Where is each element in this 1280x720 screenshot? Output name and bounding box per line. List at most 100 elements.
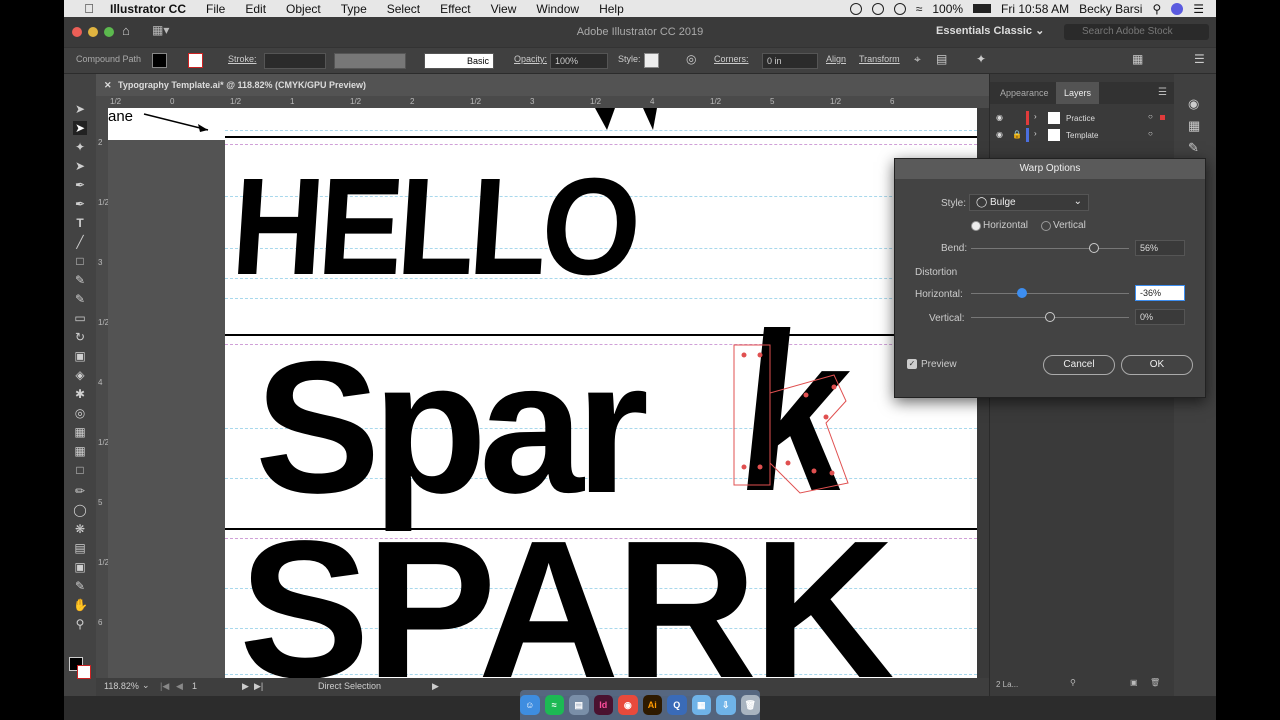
shape-builder-tool-icon[interactable]: ◎ bbox=[73, 406, 87, 420]
rotate-tool-icon[interactable]: ↻ bbox=[73, 330, 87, 344]
panel-menu-icon[interactable]: ☰ bbox=[1194, 52, 1205, 66]
menu-file[interactable]: File bbox=[196, 2, 235, 16]
menu-edit[interactable]: Edit bbox=[235, 2, 276, 16]
ruler-top[interactable]: 1/2 0 1/2 1 1/2 2 1/2 3 1/2 4 1/2 5 1/2 6 bbox=[96, 96, 1021, 108]
locate-object-icon[interactable]: ⚲ bbox=[1070, 678, 1076, 687]
shaper-tool-icon[interactable]: ✎ bbox=[73, 292, 87, 306]
cancel-button[interactable]: Cancel bbox=[1043, 355, 1115, 375]
status-menu-icon[interactable]: ▶ bbox=[432, 681, 439, 692]
radio-horizontal[interactable] bbox=[971, 221, 981, 231]
magic-wand-tool-icon[interactable]: ✦ bbox=[73, 140, 87, 154]
zoom-tool-icon[interactable]: ⚲ bbox=[73, 617, 87, 631]
previous-artboard-icon[interactable]: ◀ bbox=[176, 681, 183, 692]
column-graph-tool-icon[interactable]: ▤ bbox=[73, 541, 87, 555]
last-artboard-icon[interactable]: ▶| bbox=[254, 681, 263, 692]
menu-window[interactable]: Window bbox=[526, 2, 589, 16]
app-menu[interactable]: Illustrator CC bbox=[100, 2, 196, 16]
arrange-icon[interactable]: ▦ bbox=[1132, 52, 1143, 66]
next-artboard-icon[interactable]: ▶ bbox=[242, 681, 249, 692]
menu-help[interactable]: Help bbox=[589, 2, 634, 16]
curvature-tool-icon[interactable]: ✒ bbox=[73, 197, 87, 211]
vertical-label[interactable]: Vertical bbox=[1053, 220, 1086, 231]
clock[interactable]: Fri 10:58 AM bbox=[1001, 2, 1069, 16]
ok-button[interactable]: OK bbox=[1121, 355, 1193, 375]
zoom-dropdown-icon[interactable]: ⌄ bbox=[142, 680, 150, 691]
layer-row-practice[interactable]: ◉ › Practice ○ bbox=[990, 110, 1175, 127]
target-icon[interactable]: ○ bbox=[1148, 129, 1153, 138]
zoom-level-field[interactable]: 118.82% bbox=[104, 681, 139, 691]
preview-app-icon[interactable]: ▤ bbox=[569, 695, 589, 715]
transform-button[interactable]: Transform bbox=[859, 54, 900, 64]
blend-tool-icon[interactable]: ◯ bbox=[73, 503, 87, 517]
stroke-color-icon[interactable] bbox=[77, 665, 91, 679]
pen-tool-icon[interactable]: ✒ bbox=[73, 178, 87, 192]
rectangle-tool-icon[interactable]: □ bbox=[73, 254, 87, 268]
quicktime-icon[interactable]: Q bbox=[667, 695, 687, 715]
recolor-icon[interactable]: ◎ bbox=[686, 52, 696, 66]
notification-center-icon[interactable]: ☰ bbox=[1193, 2, 1204, 16]
gradient-tool-icon[interactable]: □ bbox=[73, 463, 87, 477]
brush-definition[interactable]: Basic bbox=[424, 53, 494, 69]
symbol-sprayer-tool-icon[interactable]: ❋ bbox=[73, 522, 87, 536]
brushes-panel-icon[interactable]: ✎ bbox=[1188, 140, 1199, 156]
bluetooth-icon[interactable] bbox=[893, 2, 906, 15]
corners-field[interactable]: 0 in bbox=[762, 53, 818, 69]
preview-label[interactable]: Preview bbox=[921, 359, 957, 370]
new-layer-icon[interactable]: ▣ bbox=[1130, 678, 1138, 687]
delete-icon[interactable]: 🗑 bbox=[1150, 678, 1160, 687]
bend-slider-knob[interactable] bbox=[1089, 243, 1100, 253]
siri-icon[interactable] bbox=[1171, 2, 1184, 15]
slice-tool-icon[interactable]: ✎ bbox=[73, 579, 87, 593]
align-options-icon[interactable]: ▤ bbox=[936, 52, 947, 66]
close-document-icon[interactable]: ✕ bbox=[104, 80, 112, 91]
panel-options-icon[interactable]: ☰ bbox=[1158, 87, 1167, 98]
lock-icon[interactable]: 🔒 bbox=[1012, 130, 1022, 139]
chrome-icon[interactable]: ◉ bbox=[618, 695, 638, 715]
expand-icon[interactable]: › bbox=[1034, 129, 1037, 138]
menu-effect[interactable]: Effect bbox=[430, 2, 480, 16]
layer-row-template[interactable]: ◉ 🔒 › Template ○ bbox=[990, 127, 1175, 144]
artboard[interactable]: HELLO Spar k SPARK bbox=[225, 108, 977, 678]
stroke-label[interactable]: Stroke: bbox=[228, 54, 257, 64]
preview-checkbox[interactable]: ✓ bbox=[907, 359, 917, 369]
distortion-vertical-knob[interactable] bbox=[1045, 312, 1055, 322]
selection-indicator[interactable] bbox=[1160, 115, 1165, 120]
direct-selection-tool-icon[interactable]: ➤ bbox=[73, 121, 87, 135]
workspace-switcher[interactable]: Essentials Classic ⌄ bbox=[936, 24, 1044, 37]
distortion-horizontal-field[interactable]: -36% bbox=[1135, 285, 1185, 301]
menu-view[interactable]: View bbox=[481, 2, 527, 16]
menu-object[interactable]: Object bbox=[276, 2, 331, 16]
spotlight-icon[interactable]: ⚲ bbox=[1152, 2, 1161, 16]
lasso-tool-icon[interactable]: ➤ bbox=[73, 159, 87, 173]
expand-icon[interactable]: › bbox=[1034, 112, 1037, 121]
hand-tool-icon[interactable]: ✋ bbox=[73, 598, 88, 612]
puppet-warp-icon[interactable]: ✦ bbox=[976, 52, 986, 66]
paintbrush-tool-icon[interactable]: ✎ bbox=[73, 273, 87, 287]
canvas[interactable]: ane HELLO Spar k SPARK bbox=[108, 108, 977, 678]
isolate-icon[interactable]: ⌖ bbox=[914, 52, 921, 67]
battery-icon[interactable] bbox=[973, 4, 992, 13]
opacity-field[interactable]: 100% bbox=[550, 53, 608, 69]
eyedropper-tool-icon[interactable]: ✏ bbox=[73, 484, 87, 498]
bend-slider-track[interactable] bbox=[971, 248, 1129, 249]
apple-icon[interactable]:  bbox=[78, 1, 100, 16]
distortion-horizontal-track[interactable] bbox=[971, 293, 1129, 294]
menu-type[interactable]: Type bbox=[331, 2, 377, 16]
opacity-label[interactable]: Opacity: bbox=[514, 54, 547, 64]
tab-appearance[interactable]: Appearance bbox=[992, 82, 1057, 104]
line-tool-icon[interactable]: ╱ bbox=[73, 235, 87, 249]
ruler-left[interactable]: 2 1/2 3 1/2 4 1/2 5 1/2 6 bbox=[96, 108, 109, 678]
fill-swatch[interactable] bbox=[152, 53, 167, 68]
corners-label[interactable]: Corners: bbox=[714, 54, 749, 64]
indesign-icon[interactable]: Id bbox=[593, 695, 613, 715]
mesh-tool-icon[interactable]: ▦ bbox=[73, 444, 87, 458]
target-icon[interactable]: ○ bbox=[1148, 112, 1153, 121]
type-tool-icon[interactable]: T bbox=[73, 216, 87, 230]
record-icon[interactable] bbox=[849, 2, 862, 15]
trash-icon[interactable]: 🗑 bbox=[740, 695, 760, 715]
variable-width-profile[interactable] bbox=[334, 53, 406, 69]
stroke-swatch[interactable] bbox=[188, 53, 203, 68]
swatches-panel-icon[interactable]: ▦ bbox=[1188, 118, 1200, 134]
eraser-tool-icon[interactable]: ▭ bbox=[73, 311, 87, 325]
visibility-icon[interactable]: ◉ bbox=[996, 130, 1003, 139]
